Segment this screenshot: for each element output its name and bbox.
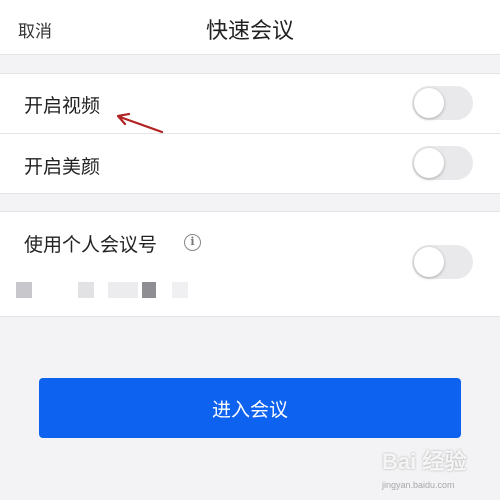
video-toggle-knob [414,88,444,118]
nav-header: 取消 快速会议 [0,0,500,55]
settings-group-video: 开启视频 开启美颜 [0,73,500,194]
redacted-meeting-id-block [78,282,94,298]
personal-meeting-id-toggle-knob [414,247,444,277]
enter-meeting-button[interactable]: 进入会议 [39,378,461,438]
personal-meeting-id-toggle[interactable] [412,245,473,279]
video-label: 开启视频 [24,95,101,117]
beauty-toggle-knob [414,148,444,178]
annotation-arrow-icon [116,112,164,134]
settings-group-meeting-id: 使用个人会议号 i [0,211,500,317]
beauty-toggle[interactable] [412,146,473,180]
redacted-meeting-id-block [142,282,156,298]
video-toggle[interactable] [412,86,473,120]
watermark-logo: Bai 经验 [382,449,467,474]
info-icon[interactable]: i [184,234,201,251]
redacted-meeting-id-block [108,282,138,298]
redacted-meeting-id-block [16,282,32,298]
watermark-url: jingyan.baidu.com [382,480,455,490]
row-divider [0,133,500,134]
redacted-meeting-id-block [172,282,188,298]
personal-meeting-id-label: 使用个人会议号 [24,234,158,256]
beauty-label: 开启美颜 [24,156,101,178]
page-title: 快速会议 [205,19,294,44]
